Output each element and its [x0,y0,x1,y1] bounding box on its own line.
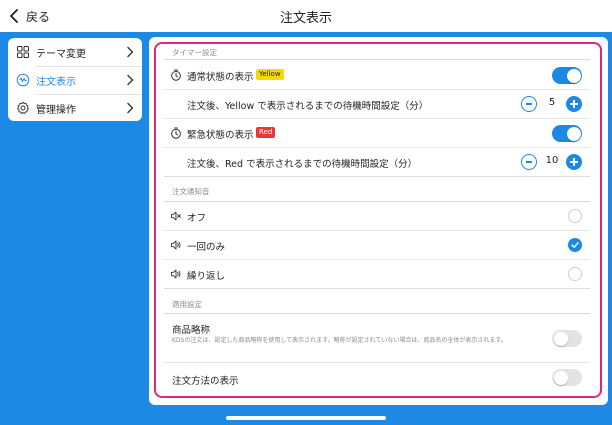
row-divider [164,118,590,119]
speaker-icon [171,240,181,250]
toggle-knob [566,68,581,83]
section-divider [164,176,590,177]
check-icon [571,242,579,248]
urgent-display-label: 緊急状態の表示 [187,130,254,141]
yellow-badge: Yellow [256,69,284,80]
order-display-icon [16,73,30,87]
section-divider [164,201,590,202]
normal-display-toggle[interactable] [552,67,582,84]
short-name-description: KDSの注文は、設定した商品略称を使用して表示されます。略称が設定されていない場… [172,337,507,344]
red-wait-label: 注文後、Red で表示されるまでの待機時間設定（分） [187,159,418,170]
red-wait-decrement-button[interactable] [521,154,537,170]
sidebar-item-admin[interactable]: 管理操作 [8,94,142,121]
sound-repeat-radio[interactable] [568,267,582,281]
sidebar-item-order-display[interactable]: 注文表示 [8,66,142,94]
sidebar-item-label: テーマ変更 [36,49,86,60]
short-name-label: 商品略称 [172,325,211,336]
speaker-icon [171,269,181,279]
speaker-mute-icon [171,211,181,221]
toggle-knob [553,370,568,385]
sound-off-radio[interactable] [568,209,582,223]
sidebar-item-label: 管理操作 [36,105,76,116]
chevron-right-icon [127,74,134,86]
section-label-apply: 適用設定 [172,300,202,309]
chevron-right-icon [127,46,134,58]
row-divider [164,230,590,231]
sound-option-label: 一回のみ [187,242,226,253]
chevron-right-icon [127,102,134,114]
timer-icon [171,69,181,81]
yellow-wait-label: 注文後、Yellow で表示されるまでの待機時間設定（分） [187,101,429,112]
normal-display-label: 通常状態の表示 [187,72,254,83]
order-method-toggle[interactable] [552,369,582,386]
red-badge: Red [256,127,276,138]
gear-icon [17,101,29,115]
red-wait-increment-button[interactable] [566,154,582,170]
short-name-toggle[interactable] [552,330,582,347]
red-wait-value: 10 [545,155,559,166]
row-divider [164,89,590,90]
timer-icon [171,127,181,139]
sound-option-label: 繰り返し [187,271,226,282]
top-bar: 戻る 注文表示 [0,0,612,32]
section-label-timer: タイマー設定 [172,48,217,57]
grid-icon [17,46,29,58]
urgent-display-toggle[interactable] [552,125,582,142]
yellow-wait-increment-button[interactable] [566,96,582,112]
yellow-wait-value: 5 [548,97,556,108]
section-divider [164,313,590,314]
page-title: 注文表示 [279,11,332,26]
row-divider [164,362,590,363]
sidebar-item-label: 注文表示 [36,77,76,88]
sidebar: テーマ変更 注文表示 管理操作 [8,38,142,121]
section-divider [164,59,590,60]
row-divider [164,147,590,148]
section-divider [164,288,590,289]
toggle-knob [553,331,568,346]
sound-once-radio[interactable] [568,238,582,252]
toggle-knob [566,126,581,141]
section-label-sound: 注文通知音 [172,187,210,196]
row-divider [164,259,590,260]
yellow-wait-decrement-button[interactable] [521,96,537,112]
order-method-label: 注文方法の表示 [172,376,239,387]
home-indicator[interactable] [226,416,386,420]
sound-option-label: オフ [187,213,207,224]
sidebar-item-theme[interactable]: テーマ変更 [8,38,142,66]
